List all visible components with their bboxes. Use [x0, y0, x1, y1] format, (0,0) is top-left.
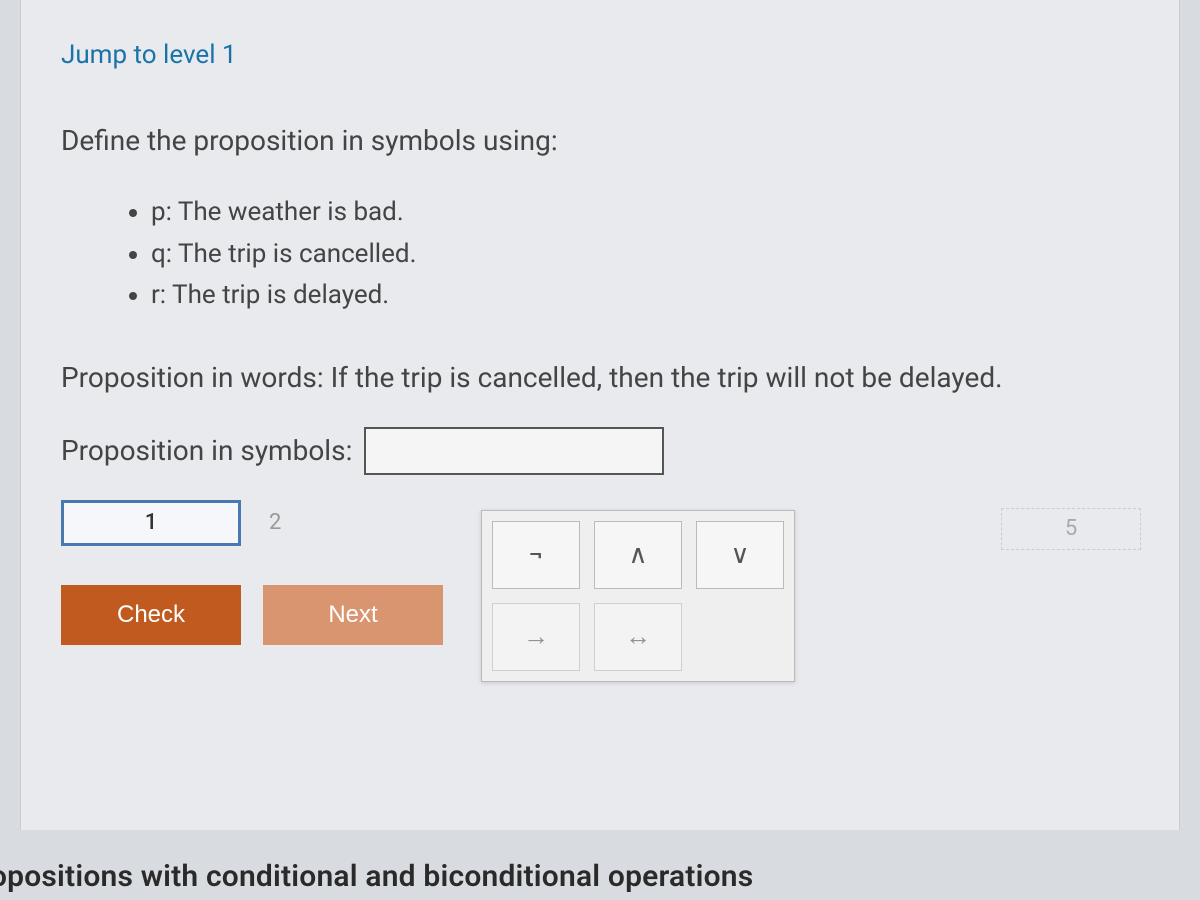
- level-2-tab[interactable]: 2: [269, 510, 281, 535]
- level-nav: 1 2: [61, 500, 281, 546]
- lower-controls: 1 2 5 Check Next ¬ ∧ ∨ → ↔: [61, 500, 1139, 720]
- proposition-q: q: The trip is cancelled.: [151, 234, 1139, 276]
- not-symbol-button[interactable]: ¬: [492, 521, 580, 589]
- or-symbol-button[interactable]: ∨: [696, 521, 784, 589]
- next-button[interactable]: Next: [263, 585, 443, 645]
- level-5-tab[interactable]: 5: [1001, 508, 1141, 550]
- iff-symbol-button[interactable]: ↔: [594, 603, 682, 671]
- symbols-input[interactable]: [364, 427, 664, 475]
- symbols-label: Proposition in symbols:: [61, 434, 352, 467]
- proposition-in-words: Proposition in words: If the trip is can…: [61, 357, 1139, 399]
- and-symbol-button[interactable]: ∧: [594, 521, 682, 589]
- footer-cutoff-text: opositions with conditional and bicondit…: [0, 859, 753, 894]
- proposition-list: p: The weather is bad. q: The trip is ca…: [151, 192, 1139, 317]
- prompt-text: Define the proposition in symbols using:: [61, 120, 1139, 162]
- jump-to-level-link[interactable]: Jump to level 1: [61, 40, 1139, 70]
- check-button[interactable]: Check: [61, 585, 241, 645]
- level-1-tab[interactable]: 1: [61, 500, 241, 546]
- action-buttons: Check Next: [61, 585, 443, 645]
- proposition-p: p: The weather is bad.: [151, 192, 1139, 234]
- symbols-row: Proposition in symbols:: [61, 427, 1139, 475]
- symbol-palette: ¬ ∧ ∨ → ↔: [481, 510, 795, 682]
- implies-symbol-button[interactable]: →: [492, 603, 580, 671]
- question-panel: Jump to level 1 Define the proposition i…: [20, 0, 1180, 830]
- proposition-r: r: The trip is delayed.: [151, 275, 1139, 317]
